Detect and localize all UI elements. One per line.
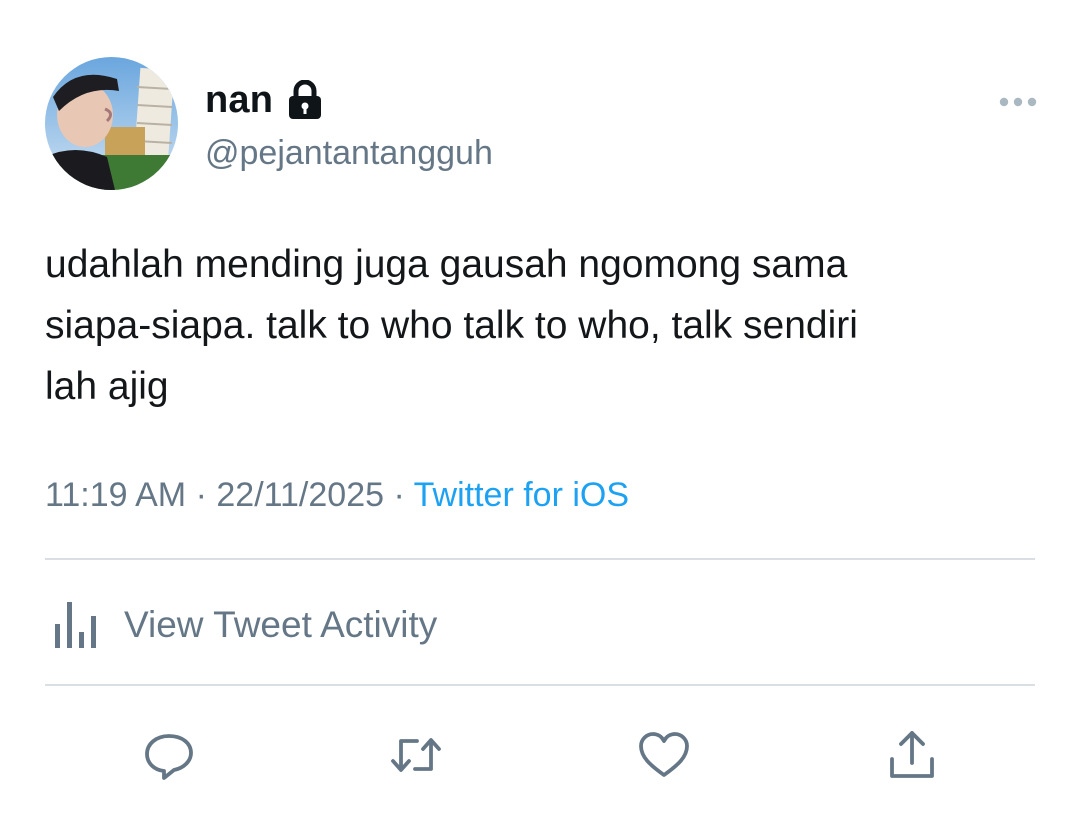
divider bbox=[45, 558, 1035, 560]
tweet-metadata: 11:19 AM · 22/11/2025 · Twitter for iOS bbox=[45, 476, 629, 515]
tweet-source-link[interactable]: Twitter for iOS bbox=[414, 476, 629, 514]
meta-separator: · bbox=[393, 476, 405, 514]
view-tweet-activity-button[interactable]: View Tweet Activity bbox=[52, 600, 437, 650]
tweet-text: udahlah mending juga gausah ngomong sama… bbox=[45, 243, 858, 408]
bar-chart-icon bbox=[52, 602, 102, 648]
tweet-date[interactable]: 22/11/2025 bbox=[216, 476, 384, 514]
avatar[interactable] bbox=[45, 57, 178, 190]
share-button[interactable] bbox=[882, 727, 942, 783]
more-options-icon[interactable] bbox=[998, 92, 1038, 112]
reply-icon bbox=[145, 734, 193, 780]
view-tweet-activity-label: View Tweet Activity bbox=[124, 604, 438, 645]
lock-icon bbox=[287, 79, 323, 120]
share-icon bbox=[890, 731, 934, 778]
profile-photo bbox=[45, 57, 178, 190]
heart-icon bbox=[639, 732, 689, 777]
tweet-detail: nan @pejantantangguh udahlah mending jug… bbox=[0, 0, 1080, 824]
meta-separator: · bbox=[195, 476, 207, 514]
author-handle[interactable]: @pejantantangguh bbox=[205, 134, 493, 173]
display-name[interactable]: nan bbox=[205, 79, 273, 122]
tweet-time[interactable]: 11:19 AM bbox=[45, 476, 186, 514]
retweet-icon bbox=[391, 738, 441, 772]
author-name-row[interactable]: nan bbox=[205, 76, 323, 124]
reply-button[interactable] bbox=[139, 727, 199, 783]
like-button[interactable] bbox=[634, 727, 694, 783]
divider bbox=[45, 684, 1035, 686]
retweet-button[interactable] bbox=[386, 727, 446, 783]
